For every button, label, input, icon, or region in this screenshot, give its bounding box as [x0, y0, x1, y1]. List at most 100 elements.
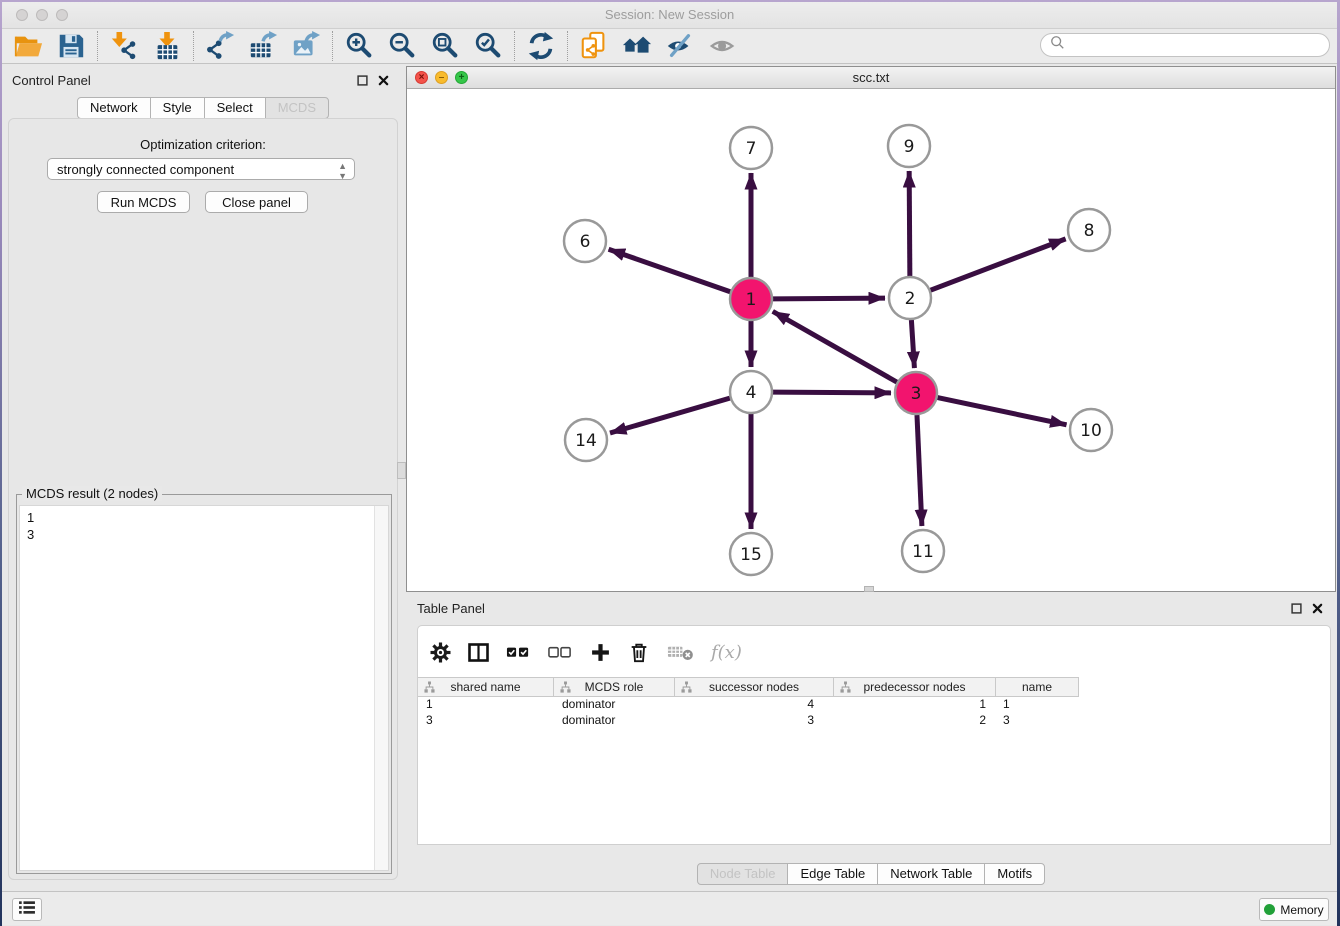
tab-edge-table[interactable]: Edge Table	[787, 863, 878, 885]
graph-node-label-9: 9	[904, 137, 915, 157]
memory-label: Memory	[1280, 903, 1323, 917]
graph-node-label-7: 7	[746, 139, 757, 159]
table-row[interactable]: 3dominator323	[418, 712, 1329, 728]
tab-mcds[interactable]: MCDS	[265, 97, 329, 119]
mcds-result-box: MCDS result (2 nodes) 13	[16, 494, 392, 874]
select-all-icon[interactable]	[506, 642, 531, 662]
graph-node-label-1: 1	[746, 290, 757, 310]
network-resize-handle[interactable]	[864, 586, 874, 592]
close-panel-icon[interactable]	[378, 73, 390, 85]
deselect-all-icon[interactable]	[548, 642, 573, 662]
apply-layout-icon[interactable]	[526, 31, 556, 61]
search-field[interactable]	[1040, 33, 1330, 57]
graph-node-label-10: 10	[1080, 421, 1102, 441]
table-settings-icon[interactable]	[430, 642, 451, 663]
mcds-result-list: 13	[27, 509, 34, 543]
import-table-icon[interactable]	[152, 31, 182, 61]
export-network-icon[interactable]	[205, 31, 235, 61]
zoom-selected-icon[interactable]	[473, 31, 503, 61]
delete-table-icon[interactable]	[667, 642, 694, 662]
window-titlebar: Session: New Session	[2, 2, 1337, 29]
tab-network[interactable]: Network	[77, 97, 151, 119]
delete-column-icon[interactable]	[628, 641, 650, 664]
show-all-icon[interactable]	[708, 31, 738, 61]
memory-status-icon	[1264, 904, 1275, 915]
column-fn-icon	[560, 681, 571, 696]
cell-successor-nodes[interactable]: 4	[675, 697, 834, 711]
status-bar: Memory	[2, 891, 1337, 925]
graph-edge-3-11[interactable]	[917, 415, 922, 526]
column-header-shared-name[interactable]: shared name	[418, 678, 554, 696]
open-session-icon[interactable]	[13, 31, 43, 61]
column-panel-icon[interactable]	[468, 643, 489, 662]
task-history-button[interactable]	[12, 898, 42, 921]
cell-predecessor-nodes[interactable]: 1	[834, 697, 996, 711]
mcds-result-title: MCDS result (2 nodes)	[22, 486, 162, 501]
run-mcds-button[interactable]: Run MCDS	[97, 191, 190, 213]
mcds-result-scrollbar[interactable]	[374, 506, 388, 870]
search-input[interactable]	[1070, 35, 1329, 55]
first-neighbors-icon[interactable]	[622, 31, 652, 61]
graph-node-label-8: 8	[1084, 221, 1095, 241]
column-fn-icon	[424, 681, 435, 696]
optimization-criterion-label: Optimization criterion:	[2, 137, 404, 152]
graph-edge-2-3[interactable]	[911, 320, 914, 368]
tab-node-table[interactable]: Node Table	[697, 863, 789, 885]
memory-button[interactable]: Memory	[1259, 898, 1329, 921]
save-session-icon[interactable]	[56, 31, 86, 61]
graph-node-label-11: 11	[912, 542, 934, 562]
hide-selected-icon[interactable]	[665, 31, 695, 61]
dropdown-stepper-icon: ▲▼	[338, 161, 347, 181]
zoom-out-icon[interactable]	[387, 31, 417, 61]
close-table-panel-icon[interactable]	[1312, 601, 1324, 613]
cell-predecessor-nodes[interactable]: 2	[834, 713, 996, 727]
cell-shared-name[interactable]: 1	[418, 697, 554, 711]
graph-edge-4-3[interactable]	[773, 392, 891, 393]
table-rows: 1dominator4113dominator323	[418, 696, 1329, 728]
table-panel-title: Table Panel	[417, 601, 485, 616]
column-header-predecessor-nodes[interactable]: predecessor nodes	[834, 678, 996, 696]
graph-edge-1-6[interactable]	[609, 249, 731, 291]
table-tabs: Node TableEdge TableNetwork TableMotifs	[406, 863, 1336, 885]
graph-edge-1-2[interactable]	[773, 298, 885, 299]
tab-network-table[interactable]: Network Table	[877, 863, 985, 885]
column-fn-icon	[681, 681, 692, 696]
float-table-panel-icon[interactable]	[1291, 601, 1303, 613]
zoom-in-icon[interactable]	[344, 31, 374, 61]
add-column-icon[interactable]	[590, 642, 611, 663]
clone-network-icon[interactable]	[579, 31, 609, 61]
cell-mcds-role[interactable]: dominator	[554, 697, 675, 711]
import-network-icon[interactable]	[109, 31, 139, 61]
graph-edge-3-1[interactable]	[773, 311, 897, 382]
cell-name[interactable]: 1	[996, 697, 1079, 711]
close-panel-button[interactable]: Close panel	[205, 191, 308, 213]
network-window-titlebar[interactable]: × – + scc.txt	[407, 67, 1335, 89]
function-builder-icon[interactable]: f(x)	[711, 642, 742, 663]
table-header-row: shared nameMCDS rolesuccessor nodesprede…	[418, 677, 1079, 697]
graph-edge-4-14[interactable]	[610, 398, 730, 433]
graph-edge-3-10[interactable]	[938, 398, 1067, 425]
table-row[interactable]: 1dominator411	[418, 696, 1329, 712]
graph-edge-2-8[interactable]	[931, 239, 1066, 290]
panel-splitter-handle[interactable]	[397, 462, 406, 479]
column-header-name[interactable]: name	[996, 678, 1079, 696]
graph-node-label-6: 6	[580, 232, 591, 252]
export-image-icon[interactable]	[291, 31, 321, 61]
optimization-dropdown-value: strongly connected component	[57, 162, 234, 177]
zoom-fit-icon[interactable]	[430, 31, 460, 61]
cell-name[interactable]: 3	[996, 713, 1079, 727]
float-panel-icon[interactable]	[357, 73, 369, 85]
mcds-result-area[interactable]: 13	[19, 505, 389, 871]
graph-edge-2-9[interactable]	[909, 171, 910, 276]
tab-select[interactable]: Select	[204, 97, 266, 119]
cell-shared-name[interactable]: 3	[418, 713, 554, 727]
export-table-icon[interactable]	[248, 31, 278, 61]
optimization-dropdown[interactable]: strongly connected component ▲▼	[47, 158, 355, 180]
cell-successor-nodes[interactable]: 3	[675, 713, 834, 727]
tab-style[interactable]: Style	[150, 97, 205, 119]
column-header-successor-nodes[interactable]: successor nodes	[675, 678, 834, 696]
cell-mcds-role[interactable]: dominator	[554, 713, 675, 727]
column-header-mcds-role[interactable]: MCDS role	[554, 678, 675, 696]
tab-motifs[interactable]: Motifs	[984, 863, 1045, 885]
network-canvas[interactable]: 7968124314101511	[407, 89, 1335, 591]
